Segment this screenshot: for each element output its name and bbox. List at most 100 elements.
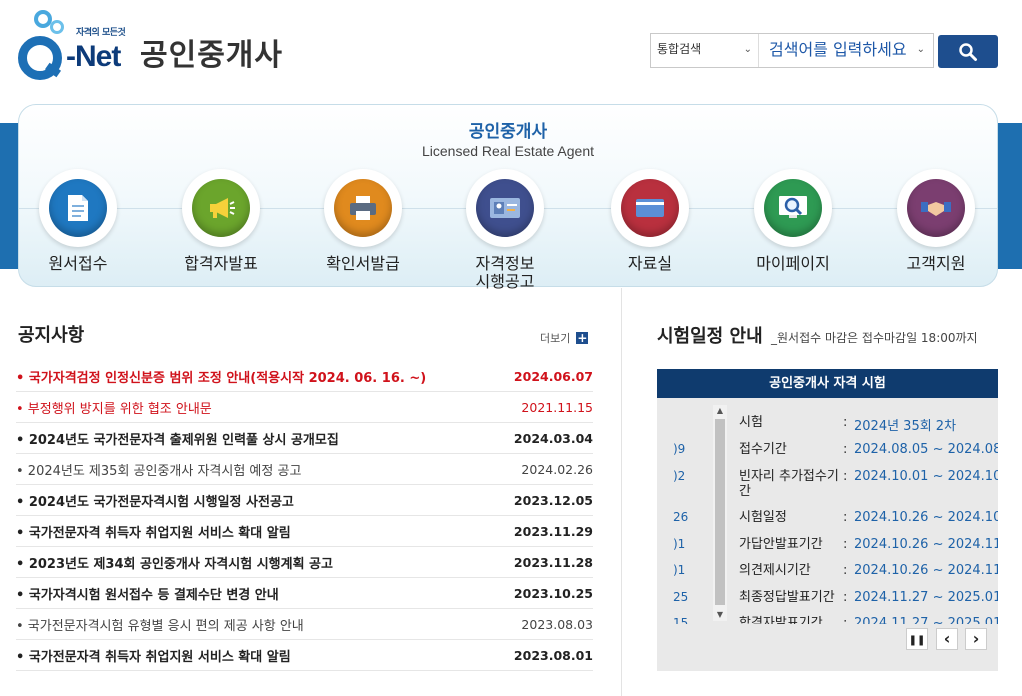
menu-item-pass-announcement[interactable]: 합격자발표 [156,169,286,273]
previous-slide-fragment: )1 [673,537,686,551]
plus-icon: + [576,331,589,345]
chevron-down-icon: ⌄ [916,44,925,55]
notice-title-text[interactable]: • 2024년도 국가전문자격시험 시행일정 사전공고 [16,491,294,510]
search-scope-select[interactable]: 통합검색 ⌄ [651,34,759,67]
menu-ring [182,169,260,247]
schedule-row-label: 가답안발표기간 [731,537,839,552]
search-scope-label: 통합검색 [657,42,702,56]
menu-item-application[interactable]: 원서접수 [13,169,143,273]
chevron-left-icon: ‹ [943,629,951,648]
notice-row[interactable]: • 2024년도 제35회 공인중개사 자격시험 예정 공고 2024.02.26 [16,454,593,485]
schedule-note: _원서접수 마감은 접수마감일 18:00까지 [771,331,978,345]
previous-slide-fragment: 25 [673,590,689,604]
logo-text: -Net [66,40,121,73]
search-placeholder: 검색어를 입력하세요 [769,40,907,59]
notice-date: 2023.11.28 [513,554,593,570]
colon-separator: : [843,510,848,525]
qnet-logo[interactable]: 자격의 모든것 -Net [16,8,126,83]
notice-title-text[interactable]: • 국가자격시험 원서접수 등 결제수단 변경 안내 [16,584,279,603]
notice-date: 2023.12.05 [513,492,593,508]
hero-panel: 공인중개사 Licensed Real Estate Agent 원서접수 합격… [18,104,1001,291]
colon-separator: : [843,442,848,457]
notice-date: 2024.03.04 [513,430,593,446]
search-input[interactable]: 검색어를 입력하세요 ⌄ [759,34,933,67]
previous-slide-fragment: 26 [673,510,689,524]
schedule-row-value: 2024.10.26 ~ 2024.10.2 [854,510,998,525]
schedule-panel: 공인중개사 자격 시험 )9)226)1)12515 ▲ ▼ 시험:2024년 … [657,369,998,671]
schedule-row-value: 2024.10.26 ~ 2024.11.0 [854,537,998,552]
notice-row[interactable]: • 2024년도 국가전문자격시험 시행일정 사전공고 2023.12.05 [16,485,593,516]
notice-row[interactable]: • 2023년도 제34회 공인중개사 자격시험 시행계획 공고 2023.11.… [16,547,593,578]
notice-title-text[interactable]: • 2023년도 제34회 공인중개사 자격시험 시행계획 공고 [16,553,333,572]
schedule-row-value: 2024.11.27 ~ 2025.01.2 [854,590,998,605]
next-button[interactable]: › [965,628,987,650]
search-icon [959,42,977,61]
id-card-icon [476,179,534,237]
hero-subtitle: Licensed Real Estate Agent [421,143,594,159]
notice-row[interactable]: • 국가전문자격 취득자 취업지원 서비스 확대 알림 2023.08.01 [16,640,593,671]
prev-button[interactable]: ‹ [936,628,958,650]
search-button[interactable] [938,35,998,68]
handshake-icon [907,179,965,237]
site-title[interactable]: 공인중개사 [140,30,283,74]
notice-row[interactable]: • 부정행위 방지를 위한 협조 안내문 2021.11.15 [16,392,593,423]
notice-date: 2023.08.03 [521,616,593,632]
menu-label: 마이페이지 [756,254,830,273]
schedule-row-label: 최종정답발표기간 [731,590,839,605]
hero-title: 공인중개사 [468,122,548,142]
menu-item-my-page[interactable]: 마이페이지 [728,169,858,273]
schedule-row-value: 2024.10.26 ~ 2024.11.0 [854,563,998,578]
schedule-row-label: 합격자발표기간 [731,616,839,624]
notice-row[interactable]: • 국가자격시험 원서접수 등 결제수단 변경 안내 2023.10.25 [16,578,593,609]
schedule-row-value: 2024년 35회 2차 [854,419,957,434]
schedule-row-value: 2024.11.27 ~ 2025.01.2 [854,616,998,624]
schedule-row-label: 시험일정 [731,510,839,525]
menu-label-line2: 시행공고 [475,272,535,291]
notice-title-text[interactable]: • 2024년도 국가전문자격 출제위원 인력풀 상시 공개모집 [16,429,339,448]
schedule-rows: 시험:2024년 35회 2차접수기간:2024.08.05 ~ 2024.08… [731,409,998,624]
notice-title-text[interactable]: • 2024년도 제35회 공인중개사 자격시험 예정 공고 [16,460,301,479]
more-link[interactable]: 더보기 + [540,330,589,346]
menu-label: 자료실 [627,254,673,273]
more-label: 더보기 [540,332,571,345]
previous-slide-fragment: 15 [673,616,689,624]
schedule-scrollbar[interactable]: ▲ ▼ [713,405,727,621]
menu-item-archive[interactable]: 자료실 [585,169,715,273]
folder-icon [621,179,679,237]
menu-ring [324,169,402,247]
menu-label-line1: 자격정보 [475,254,535,273]
notice-date: 2023.10.25 [513,585,593,601]
schedule-row-value: 2024.08.05 ~ 2024.08.0 [854,442,998,457]
previous-slide-fragment: )1 [673,563,686,577]
notice-title-text[interactable]: • 국가전문자격시험 유형별 응시 편의 제공 사항 안내 [16,615,304,634]
colon-separator: : [843,616,848,624]
notice-row[interactable]: • 2024년도 국가전문자격 출제위원 인력풀 상시 공개모집 2024.03.… [16,423,593,454]
menu-item-qualification-info[interactable]: 자격정보 시행공고 [440,169,570,291]
menu-item-certificate-issue[interactable]: 확인서발급 [298,169,428,273]
notice-row[interactable]: • 국가전문자격 취득자 취업지원 서비스 확대 알림 2023.11.29 [16,516,593,547]
notice-row[interactable]: • 국가전문자격시험 유형별 응시 편의 제공 사항 안내 2023.08.03 [16,609,593,640]
colon-separator: : [843,590,848,605]
previous-slide-fragment: )2 [673,469,686,483]
notice-title-text[interactable]: • 국가자격검정 인정신분증 범위 조정 안내(적용시작 2024. 06. 1… [16,367,426,386]
search-box: 통합검색 ⌄ 검색어를 입력하세요 ⌄ [650,33,934,68]
menu-item-customer-support[interactable]: 고객지원 [871,169,1001,273]
notice-title-text[interactable]: • 국가전문자격 취득자 취업지원 서비스 확대 알림 [16,646,291,665]
schedule-row-label: 빈자리 추가접수기간 [731,469,839,499]
scroll-down-arrow-icon[interactable]: ▼ [713,609,727,621]
menu-ring [897,169,975,247]
menu-label: 자격정보 시행공고 [440,255,570,291]
notice-title: 공지사항 [18,325,85,346]
monitor-search-icon [764,179,822,237]
notice-date: 2023.08.01 [513,647,593,663]
pause-button[interactable]: ❚❚ [906,628,928,650]
notice-title-text[interactable]: • 부정행위 방지를 위한 협조 안내문 [16,398,212,417]
menu-label: 원서접수 [48,254,108,273]
colon-separator: : [843,415,848,430]
menu-ring [754,169,832,247]
scroll-up-arrow-icon[interactable]: ▲ [713,405,727,417]
notice-row[interactable]: • 국가자격검정 인정신분증 범위 조정 안내(적용시작 2024. 06. 1… [16,361,593,392]
notice-title-text[interactable]: • 국가전문자격 취득자 취업지원 서비스 확대 알림 [16,522,291,541]
colon-separator: : [843,563,848,578]
scroll-thumb[interactable] [715,419,725,605]
